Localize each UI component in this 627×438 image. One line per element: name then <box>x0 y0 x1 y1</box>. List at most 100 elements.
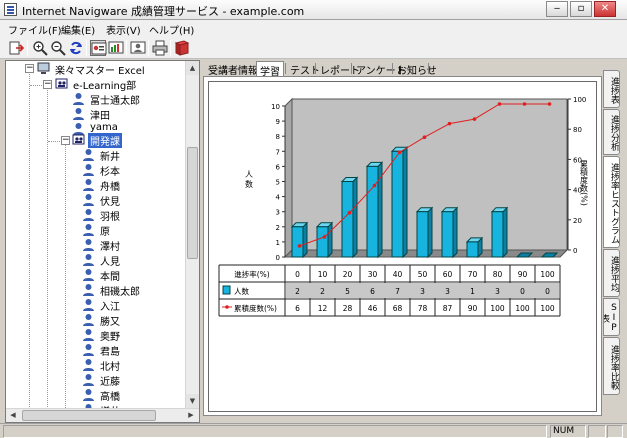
minimize-button[interactable]: ‒ <box>546 1 568 17</box>
zoom-in-icon[interactable] <box>32 40 48 56</box>
status-bar: NUM <box>0 423 627 438</box>
line-value-label: 6 <box>295 304 300 313</box>
plot-side-wall <box>284 97 293 259</box>
category-label: 10 <box>318 270 328 279</box>
y-tick-label: 8 <box>276 133 280 141</box>
tree-horizontal-scrollbar[interactable]: ◀ ▶ <box>6 408 199 422</box>
bar-value-label: 6 <box>370 287 375 296</box>
help-book-icon[interactable] <box>174 40 190 56</box>
table-header-label: 進捗率(%) <box>234 269 270 279</box>
status-message <box>3 425 547 438</box>
user-icon <box>82 268 95 281</box>
user-icon <box>82 373 95 386</box>
side-tab-progress-average[interactable]: 進捗平均 <box>603 249 620 297</box>
line-value-label: 28 <box>343 304 353 313</box>
tree-item-label: 近藤 <box>100 377 120 388</box>
bar <box>466 241 479 258</box>
tree-item-label: 勝又 <box>100 317 120 328</box>
user-icon <box>82 148 95 161</box>
tree-item-label: 楽々マスター Excel <box>55 66 145 77</box>
category-label: 100 <box>540 270 555 279</box>
scroll-thumb[interactable] <box>22 410 156 421</box>
tree-item-label: 冨士通太郎 <box>90 96 140 107</box>
side-tab-progress-analysis[interactable]: 進捗分析 <box>603 109 620 155</box>
y-tick-label: 3 <box>276 209 280 217</box>
zoom-out-icon[interactable] <box>50 40 66 56</box>
side-tab-progress-table[interactable]: 進捗表 <box>603 70 620 108</box>
y2-tick-label: 80 <box>573 126 582 134</box>
tree-item-label: 入江 <box>100 302 120 313</box>
scroll-right-arrow[interactable]: ▶ <box>184 409 198 422</box>
print-icon[interactable] <box>152 40 168 56</box>
category-label: 70 <box>468 270 478 279</box>
bar-side <box>302 221 308 259</box>
tree-item-label: 羽根 <box>100 212 120 223</box>
user-icon <box>82 238 95 251</box>
bar <box>291 226 304 258</box>
tree-item-label: 澤村 <box>100 242 120 253</box>
scroll-down-arrow[interactable]: ▼ <box>186 394 199 408</box>
progress-view-icon[interactable] <box>90 40 107 56</box>
side-tab-progress-compare[interactable]: 進捗率比較 <box>603 337 620 395</box>
compare-view-icon[interactable] <box>108 40 124 56</box>
bar-value-label: 7 <box>395 287 400 296</box>
exit-icon[interactable] <box>8 40 24 56</box>
line-value-label: 100 <box>515 304 530 313</box>
scroll-up-arrow[interactable]: ▲ <box>186 61 199 75</box>
tree-item-label: 津田 <box>90 111 110 122</box>
tab-student-info[interactable]: 受講者情報 <box>205 61 261 77</box>
scroll-thumb[interactable] <box>187 147 198 259</box>
user-icon <box>82 253 95 266</box>
line-value-label: 46 <box>368 304 378 313</box>
category-label: 30 <box>368 270 378 279</box>
bar <box>366 165 379 258</box>
restore-button[interactable]: ▫ <box>570 1 592 17</box>
line-value-label: 78 <box>418 304 428 313</box>
user-icon <box>82 283 95 296</box>
status-cell <box>607 425 623 438</box>
bar-side <box>427 206 433 259</box>
tree-item-label: 原 <box>100 227 110 238</box>
tab-learning[interactable]: 学習 <box>256 61 284 78</box>
expander-group2[interactable]: − <box>61 136 70 145</box>
tree-item-label-selected: 開発課 <box>88 133 122 148</box>
y-tick-label: 2 <box>276 224 280 232</box>
line-point <box>347 210 352 215</box>
bar <box>416 211 429 258</box>
user-icon <box>82 388 95 401</box>
y2-axis-label: 累積度数(%) <box>580 160 589 206</box>
menu-file[interactable]: ファイル(F) <box>8 22 62 37</box>
user-icon <box>72 107 85 120</box>
category-label: 90 <box>518 270 528 279</box>
expander-root[interactable]: − <box>25 64 34 73</box>
scroll-left-arrow[interactable]: ◀ <box>6 409 20 422</box>
legend-bar-swatch <box>222 285 231 295</box>
refresh-icon[interactable] <box>68 40 84 56</box>
tree-vertical-scrollbar[interactable]: ▲ ▼ <box>185 61 199 408</box>
bar-value-label: 3 <box>445 287 450 296</box>
side-tab-progress-histogram[interactable]: 進捗率ヒストグラム <box>603 156 620 248</box>
menu-help[interactable]: ヘルプ(H) <box>149 22 194 37</box>
tree-item-label: 杉本 <box>100 167 120 178</box>
chart-svg: 012345678910020406080100人数 累積度数(%)進捗率(%)人… <box>218 96 589 317</box>
line-point <box>447 121 452 126</box>
menu-view[interactable]: 表示(V) <box>106 22 141 37</box>
bar <box>441 211 454 258</box>
expander-group1[interactable]: − <box>43 80 52 89</box>
tree-item-label: 君島 <box>100 347 120 358</box>
user-icon <box>82 328 95 341</box>
bar-side <box>452 206 458 259</box>
tab-notice[interactable]: お知らせ <box>394 61 440 77</box>
tree-item-label: 本間 <box>100 272 120 283</box>
content-panel: 0 1 2 3 4 5 6 7 8 9 10 0 20 40 60 80 100 人数累積度数(%) 進捗率(%) 人… <box>203 76 602 416</box>
side-tab-sip-table[interactable]: SIP表 <box>603 298 620 336</box>
bar-value-label: 3 <box>420 287 425 296</box>
user-tree[interactable]: − 楽々マスター Excel − e-Learning部 冨士通太郎 津田 ya… <box>5 60 200 423</box>
line-value-label: 87 <box>443 304 453 313</box>
line-point <box>547 102 552 106</box>
user-icon <box>82 193 95 206</box>
bar-value-label: 2 <box>295 287 300 296</box>
user-view-icon[interactable] <box>130 40 146 56</box>
close-button[interactable]: ✕ <box>594 1 616 17</box>
menu-edit[interactable]: 編集(E) <box>61 22 95 37</box>
